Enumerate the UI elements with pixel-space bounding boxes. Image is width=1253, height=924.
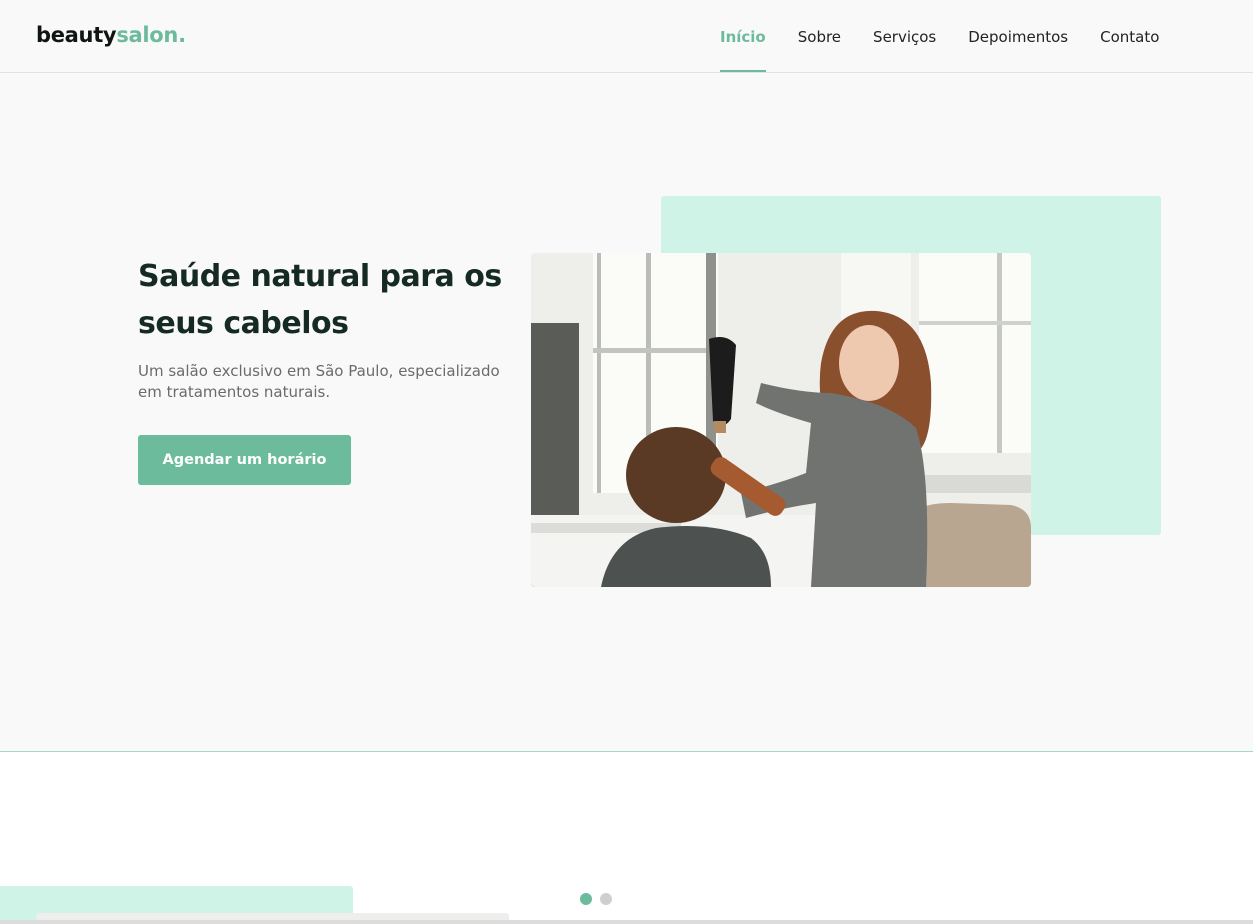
logo[interactable]: beautysalon. xyxy=(36,23,186,47)
page: beautysalon. Início Sobre Serviços Depoi… xyxy=(0,0,1253,924)
nav-item-contato[interactable]: Contato xyxy=(1100,0,1159,73)
salon-photo-illustration xyxy=(531,253,1031,587)
lower-section xyxy=(0,752,1253,924)
schedule-button[interactable]: Agendar um horário xyxy=(138,435,351,485)
nav-item-sobre[interactable]: Sobre xyxy=(798,0,841,73)
hero-subtitle: Um salão exclusivo em São Paulo, especia… xyxy=(138,362,500,401)
nav-item-servicos[interactable]: Serviços xyxy=(873,0,936,73)
horizontal-scrollbar[interactable] xyxy=(0,920,1253,924)
nav-item-inicio[interactable]: Início xyxy=(720,0,766,73)
logo-accent: salon. xyxy=(116,23,186,47)
nav-item-depoimentos[interactable]: Depoimentos xyxy=(968,0,1068,73)
slider-dot-1[interactable] xyxy=(580,893,592,905)
slider-dots xyxy=(580,893,620,905)
main-nav: Início Sobre Serviços Depoimentos Contat… xyxy=(720,0,1191,73)
logo-main: beauty xyxy=(36,23,117,47)
hero-section: Saúde natural para os seus cabelos Um sa… xyxy=(0,73,1253,752)
hero-title: Saúde natural para os seus cabelos xyxy=(138,259,502,341)
hero-photo xyxy=(531,253,1031,587)
site-header: beautysalon. Início Sobre Serviços Depoi… xyxy=(0,0,1253,73)
slider-dot-2[interactable] xyxy=(600,893,612,905)
